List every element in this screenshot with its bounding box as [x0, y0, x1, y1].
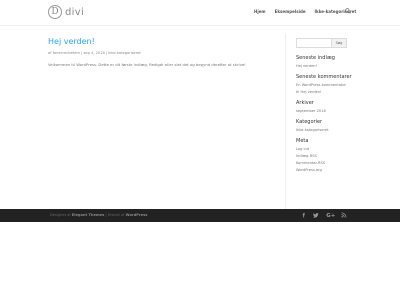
footer-wordpress-link[interactable]: WordPress — [126, 213, 148, 217]
post-excerpt: Velkommen til WordPress. Dette er dit fø… — [48, 62, 246, 67]
post-title[interactable]: Hej verden! — [48, 37, 270, 46]
categories-title: Kategorier — [296, 119, 323, 125]
site-logo[interactable]: D divi — [48, 5, 84, 19]
meta-link-wordpress-org[interactable]: WordPress.org — [296, 168, 356, 172]
search-icon[interactable] — [345, 8, 351, 14]
post-content: Hej verden! af fanecrenbetem | sep 4, 20… — [48, 37, 270, 67]
nav-item-home[interactable]: Hjem — [254, 9, 266, 14]
archives-title: Arkiver — [296, 100, 314, 106]
svg-text:G+: G+ — [326, 213, 335, 218]
rss-icon[interactable] — [341, 212, 347, 218]
post-meta: af fanecrenbetem | sep 4, 2018 | Ikke-ka… — [48, 51, 141, 55]
footer-powered-by: | Drevet af — [105, 213, 125, 217]
meta-link-comments-rss[interactable]: Kommentar-RSS — [296, 161, 356, 165]
recent-post-link[interactable]: Hej verden! — [296, 64, 356, 68]
site-footer: Designet af Elegant Themes | Drevet af W… — [0, 209, 400, 222]
search-input[interactable] — [296, 38, 332, 48]
recent-comments-title: Seneste kommentarer — [296, 74, 352, 80]
footer-designed-by: Designet af — [50, 213, 71, 217]
search-button[interactable]: Søg — [332, 38, 347, 48]
logo-text: divi — [65, 6, 85, 18]
logo-mark: D — [48, 5, 62, 19]
recent-posts-title: Seneste indlæg — [296, 55, 335, 61]
meta-link-entries-rss[interactable]: Indlæg-RSS — [296, 154, 356, 158]
recent-comment-post[interactable]: til Hej verden! — [296, 90, 356, 94]
meta-title: Meta — [296, 138, 309, 144]
site-header: D divi Hjem Eksempelside Ikke-kategorise… — [0, 0, 400, 25]
page-bottom-area — [0, 222, 400, 300]
footer-credits: Designet af Elegant Themes | Drevet af W… — [50, 213, 147, 217]
facebook-icon[interactable] — [301, 212, 307, 218]
nav-item-sample-page[interactable]: Eksempelside — [275, 9, 306, 14]
twitter-icon[interactable] — [313, 212, 319, 218]
sidebar-divider — [285, 33, 286, 209]
category-link[interactable]: Ikke-kategoriseret — [296, 128, 356, 132]
google-plus-icon[interactable]: G+ — [326, 212, 335, 218]
sidebar: Søg Seneste indlæg Hej verden! Seneste k… — [296, 38, 356, 172]
recent-comment-author[interactable]: En WordPress-kommentator — [296, 83, 356, 87]
footer-theme-link[interactable]: Elegant Themes — [72, 213, 104, 217]
sidebar-search: Søg — [296, 38, 356, 48]
meta-link-login[interactable]: Log ind — [296, 147, 356, 151]
archive-link[interactable]: september 2018 — [296, 109, 356, 113]
